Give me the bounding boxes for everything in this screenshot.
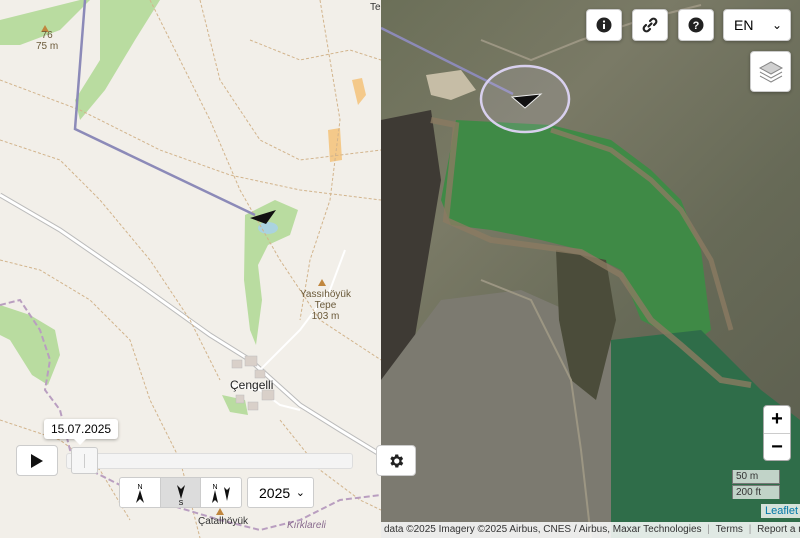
satellite-canvas <box>381 4 800 538</box>
link-button[interactable] <box>632 9 668 41</box>
zoom-in-button[interactable]: + <box>764 406 790 434</box>
info-icon <box>596 17 612 33</box>
attribution-imagery: data ©2025 Imagery ©2025 Airbus, CNES / … <box>384 524 702 535</box>
south-arrow-icon: S <box>176 484 185 505</box>
north-arrow-icon: N <box>135 484 144 503</box>
play-button[interactable] <box>16 445 58 476</box>
link-icon <box>642 17 658 33</box>
orientation-south-button[interactable]: S <box>160 478 202 507</box>
help-button[interactable]: ? <box>678 9 714 41</box>
peak-label: Yassıhöyük Tepe 103 m <box>300 289 351 322</box>
scale-feet: 200 ft <box>732 485 780 499</box>
language-value: EN <box>734 17 754 33</box>
dual-arrow-icon: N <box>212 484 231 503</box>
layers-button[interactable] <box>750 51 791 92</box>
svg-text:S: S <box>178 500 183 505</box>
scale-meters: 50 m <box>732 470 780 484</box>
settings-button[interactable] <box>376 445 416 476</box>
orientation-both-button[interactable]: N <box>201 478 241 507</box>
year-value: 2025 <box>259 484 291 501</box>
play-icon <box>31 453 43 468</box>
town-label: Çengelli <box>230 378 274 392</box>
chevron-down-icon: ⌄ <box>771 18 782 32</box>
region-label: Kırklareli <box>287 520 326 531</box>
zoom-out-button[interactable]: − <box>764 434 790 461</box>
gear-icon <box>390 453 404 468</box>
zoom-control: + − <box>763 405 791 461</box>
help-icon: ? <box>688 17 704 33</box>
orientation-north-button[interactable]: N <box>120 478 161 507</box>
year-select[interactable]: 2025 ⌄ <box>247 477 314 508</box>
peak-label: 76 75 m <box>36 30 59 52</box>
leaflet-link[interactable]: Leaflet <box>761 504 800 518</box>
terms-link[interactable]: Terms <box>716 524 743 535</box>
language-select[interactable]: EN ⌄ <box>723 9 791 41</box>
svg-text:?: ? <box>693 20 700 32</box>
attribution-bar: data ©2025 Imagery ©2025 Airbus, CNES / … <box>381 522 800 538</box>
date-label: 15.07.2025 <box>44 419 119 445</box>
report-error-link[interactable]: Report a map error <box>757 524 800 535</box>
svg-text:N: N <box>213 484 218 491</box>
timeline-slider-handle[interactable] <box>71 447 99 474</box>
chevron-down-icon: ⌄ <box>295 487 305 499</box>
village-label: Çatalhöyük <box>198 516 249 527</box>
info-button[interactable] <box>586 9 622 41</box>
edge-label: Te <box>370 2 381 13</box>
svg-text:N: N <box>137 484 142 491</box>
layers-icon <box>758 60 783 83</box>
timeline-slider[interactable] <box>66 453 353 469</box>
satellite-map[interactable] <box>381 0 800 538</box>
orientation-toggle: N S N <box>119 477 242 508</box>
